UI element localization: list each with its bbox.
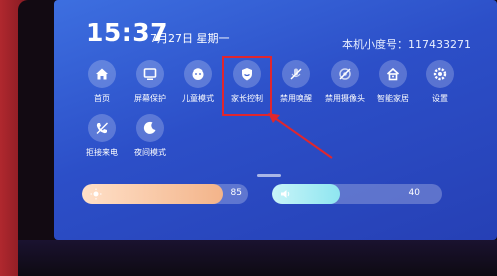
reject-call-icon: [88, 114, 116, 142]
child-mode-icon: [184, 60, 212, 88]
tile-label: 禁用唤醒: [280, 94, 312, 103]
volume-value: 40: [408, 188, 420, 198]
brightness-value: 85: [230, 188, 242, 198]
control-center-screen: 15:37 7月27日 星期一 本机小度号：117433271 首页 屏幕保护 …: [54, 0, 497, 240]
tile-label: 设置: [432, 94, 448, 103]
volume-icon: [281, 190, 290, 198]
screen-saver-icon: [136, 60, 164, 88]
tile-night-mode[interactable]: 夜间模式: [124, 114, 176, 158]
bezel-bottom: [18, 240, 497, 276]
tile-disable-camera[interactable]: 禁用摄像头: [319, 60, 371, 104]
panel-drag-handle[interactable]: [257, 174, 281, 177]
settings-icon: [426, 60, 454, 88]
tile-reject-calls[interactable]: 拒接来电: [76, 114, 128, 158]
tile-label: 屏幕保护: [134, 94, 166, 103]
tile-home[interactable]: 首页: [76, 60, 128, 104]
tile-label: 夜间模式: [134, 148, 166, 157]
tile-label: 儿童模式: [182, 94, 214, 103]
brightness-icon: [90, 188, 102, 200]
smart-home-icon: [379, 60, 407, 88]
tile-child-mode[interactable]: 儿童模式: [172, 60, 224, 104]
device-id-label: 本机小度号：117433271: [342, 38, 471, 51]
tile-smart-home[interactable]: 智能家居: [367, 60, 419, 104]
tile-settings[interactable]: 设置: [414, 60, 466, 104]
annotation-highlight-box: [222, 56, 272, 116]
home-icon: [88, 60, 116, 88]
brightness-slider[interactable]: 85: [82, 184, 248, 204]
tile-label: 禁用摄像头: [325, 94, 365, 103]
tile-label: 首页: [94, 94, 110, 103]
clock-date: 7月27日 星期一: [150, 32, 230, 45]
night-mode-icon: [136, 114, 164, 142]
mute-mic-icon: [282, 60, 310, 88]
tile-label: 智能家居: [377, 94, 409, 103]
tile-screen-saver[interactable]: 屏幕保护: [124, 60, 176, 104]
volume-slider[interactable]: 40: [272, 184, 442, 204]
tile-disable-wake[interactable]: 禁用唤醒: [270, 60, 322, 104]
camera-off-icon: [331, 60, 359, 88]
tile-label: 拒接来电: [86, 148, 118, 157]
brightness-slider-fill: [82, 184, 224, 204]
